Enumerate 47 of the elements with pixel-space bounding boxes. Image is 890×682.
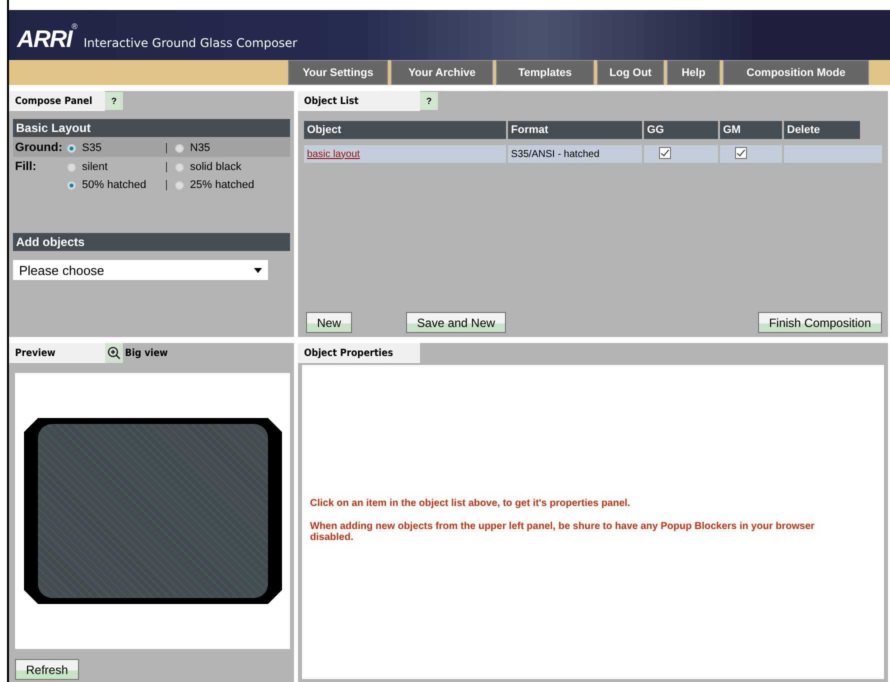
object-link[interactable]: basic layout <box>307 148 360 160</box>
field-label: Fill: <box>14 159 38 175</box>
finish-button[interactable]: Finish Composition <box>758 312 882 333</box>
radio-option[interactable]: S35 <box>67 142 165 154</box>
radio-option[interactable]: solid black <box>175 161 285 173</box>
column-header: GM <box>720 121 782 139</box>
field-label: Ground: <box>14 140 64 154</box>
help-button[interactable]: ? <box>105 92 123 110</box>
zoom-in-icon <box>107 346 121 360</box>
info-message: When adding new objects from the upper left panel, be shure to have any Popup Blockers in your browser disabled. <box>310 520 816 542</box>
caret-icon <box>254 268 262 272</box>
refresh-button[interactable]: Refresh <box>15 659 80 680</box>
radio-option[interactable]: silent <box>67 161 165 173</box>
section-header: Basic Layout <box>13 119 290 137</box>
nav-button[interactable]: Your Archive <box>391 60 493 85</box>
app-title: Interactive Ground Glass Composer <box>84 36 298 50</box>
panel-title: Object Properties <box>298 343 420 363</box>
action-button[interactable]: Save and New <box>406 312 506 333</box>
column-header: Object <box>304 121 506 139</box>
help-button[interactable]: ? <box>420 92 438 110</box>
nav-button[interactable]: Your Settings <box>288 60 388 85</box>
nav-button[interactable]: Composition Mode <box>723 60 869 85</box>
logo: ARRI <box>17 28 72 52</box>
checkbox[interactable] <box>735 146 747 158</box>
nav-button[interactable]: Templates <box>496 60 594 85</box>
object-dropdown[interactable]: Please choose <box>13 260 268 280</box>
radio-option[interactable]: 50% hatched <box>67 179 165 191</box>
action-button[interactable]: New <box>306 312 352 333</box>
separator: | <box>165 142 169 154</box>
registered-mark: ® <box>72 22 78 31</box>
separator: | <box>165 161 169 173</box>
radio-option[interactable]: 25% hatched <box>175 179 285 191</box>
big-view-button[interactable]: Big view <box>105 343 170 363</box>
radio-option[interactable]: N35 <box>175 142 285 154</box>
nav-button[interactable]: Help <box>667 60 720 85</box>
separator: | <box>165 179 169 191</box>
column-header: GG <box>644 121 718 139</box>
table-cell: S35/ANSI - hatched <box>508 145 642 163</box>
panel-title: Compose Panel <box>9 91 105 111</box>
panel-title: Object List <box>298 91 420 111</box>
section-header: Add objects <box>13 233 290 251</box>
info-message: Click on an item in the object list above, to get it's properties panel. <box>310 498 632 508</box>
column-header: Delete <box>784 121 860 139</box>
checkbox[interactable] <box>659 146 671 158</box>
panel-title: Preview <box>9 343 105 363</box>
nav-button[interactable]: Log Out <box>597 60 664 85</box>
column-header: Format <box>508 121 642 139</box>
